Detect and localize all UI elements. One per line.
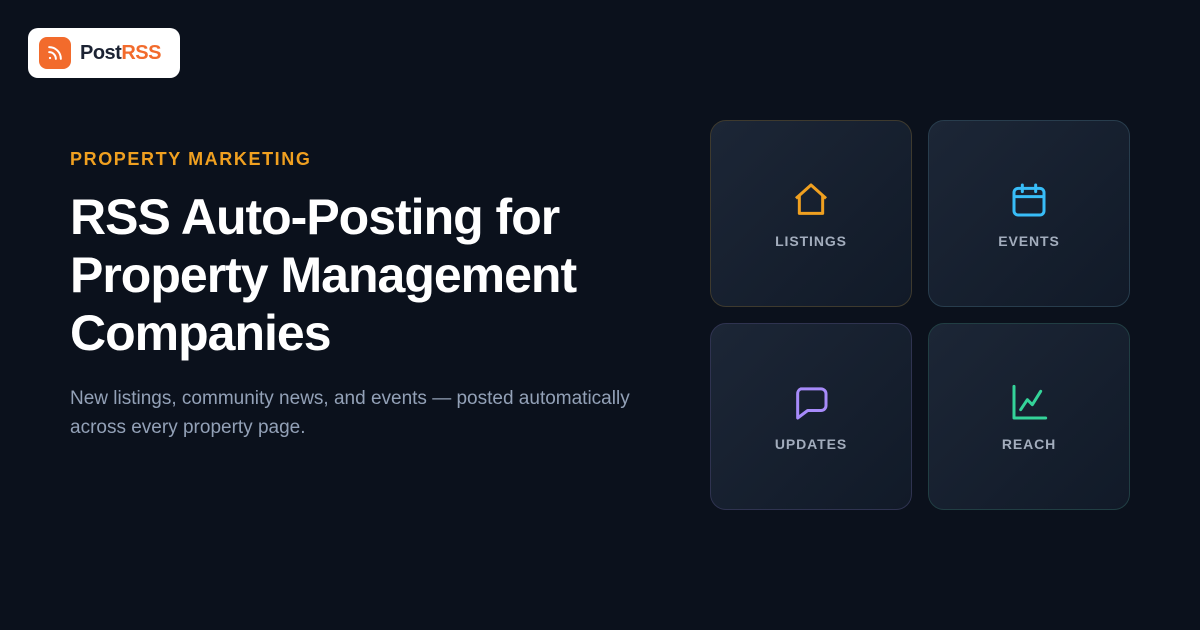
feature-card-events: EVENTS (928, 120, 1130, 307)
feature-card-listings: LISTINGS (710, 120, 912, 307)
rss-icon (39, 37, 71, 69)
brand-name-rss: RSS (121, 41, 161, 64)
page-subtitle: New listings, community news, and events… (70, 388, 630, 438)
brand-name-post: Post (80, 41, 122, 64)
chat-bubble-icon (791, 383, 831, 423)
page-title: RSS Auto-Posting for Property Management… (70, 189, 577, 361)
house-icon (791, 180, 831, 220)
card-label-listings: LISTINGS (775, 233, 847, 249)
eyebrow-label: PROPERTY MARKETING (70, 149, 312, 169)
feature-card-updates: UPDATES (710, 323, 912, 510)
feature-card-reach: REACH (928, 323, 1130, 510)
calendar-icon (1009, 180, 1049, 220)
brand-logo[interactable]: PostRSS (28, 28, 180, 78)
brand-name: PostRSS (80, 42, 161, 65)
card-label-updates: UPDATES (774, 436, 848, 452)
line-chart-icon (1009, 383, 1049, 423)
card-label-events: EVENTS (998, 233, 1060, 249)
card-label-reach: REACH (1001, 436, 1057, 452)
